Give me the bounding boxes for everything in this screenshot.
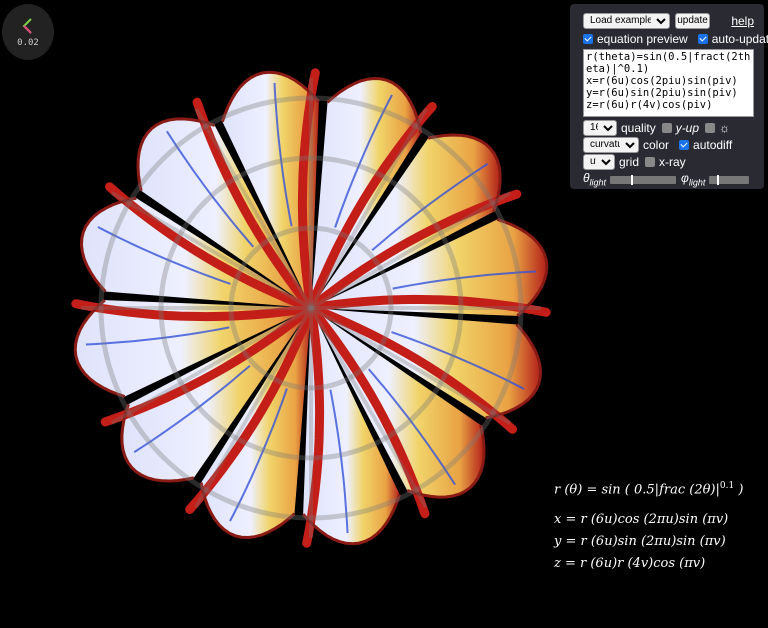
update-button[interactable]: update [675, 12, 710, 29]
surface-render [71, 68, 551, 548]
fps-readout: 0.02 [17, 38, 39, 48]
quality-label: quality [621, 120, 656, 135]
control-panel: Load example... update help equation pre… [570, 4, 768, 189]
phi-light-slider[interactable] [709, 174, 750, 185]
xray-label: x-ray [659, 154, 686, 169]
theta-light-label: θlight [583, 171, 607, 188]
y-up-label: y-up [675, 120, 700, 135]
equation-preview-line-2: x = r (6u)cos (2πu)sin (πv) [554, 512, 729, 527]
equation-preview-label: equation preview [597, 31, 688, 46]
y-up-checkbox[interactable] [661, 122, 672, 133]
auto-update-checkbox[interactable] [697, 33, 708, 44]
help-link[interactable]: help [731, 14, 754, 28]
equation-preview-line-3: y = r (6u)sin (2πu)sin (πv) [554, 534, 726, 549]
color-select[interactable]: curvature [583, 136, 639, 153]
grid-label: grid [619, 154, 640, 169]
phi-light-label: φlight [681, 171, 706, 188]
theta-light-slider[interactable] [610, 174, 677, 185]
sun-checkbox[interactable] [705, 122, 716, 133]
equation-preview-checkbox[interactable] [583, 33, 593, 44]
sun-icon: ☼ [719, 120, 731, 135]
chevron-left-icon [22, 18, 32, 34]
autodiff-label: autodiff [693, 137, 733, 152]
equation-input[interactable]: r(theta)=sin(0.5|fract(2theta)|^0.1) x=r… [583, 49, 754, 117]
back-button[interactable]: 0.02 [2, 4, 54, 60]
autodiff-checkbox[interactable] [679, 139, 690, 150]
color-label: color [643, 137, 670, 152]
quality-select[interactable]: 16× [583, 119, 617, 136]
grid-select[interactable]: uv [583, 153, 615, 170]
equation-preview-line-4: z = r (6u)r (4v)cos (πv) [554, 556, 706, 571]
equation-preview-line-1: r (θ) = sin ( 0.5|frac (2θ)|0.1 ) [554, 481, 744, 498]
slider-thumb[interactable] [630, 174, 633, 185]
slider-thumb[interactable] [716, 174, 719, 185]
xray-checkbox[interactable] [645, 156, 656, 167]
example-select[interactable]: Load example... [583, 12, 670, 29]
auto-update-label: auto-update [711, 31, 768, 46]
